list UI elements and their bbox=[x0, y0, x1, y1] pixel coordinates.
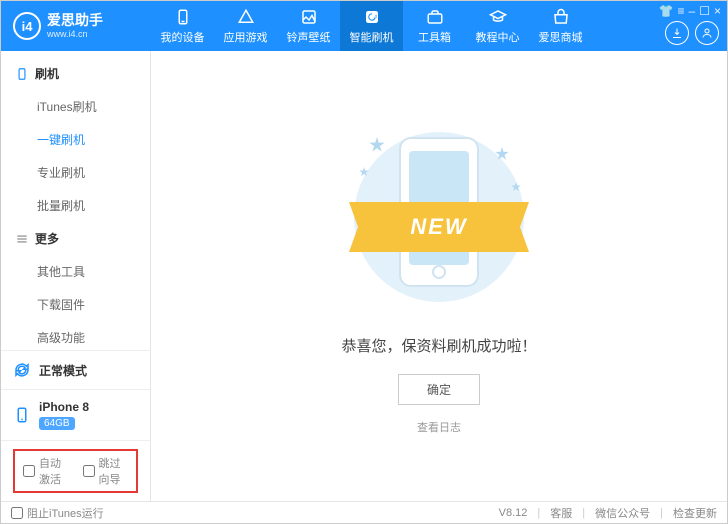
logo-icon: i4 bbox=[13, 12, 41, 40]
device-block[interactable]: iPhone 8 64GB bbox=[1, 389, 150, 440]
checkbox-label: 跳过向导 bbox=[99, 455, 129, 487]
sidebar-item-download-firmware[interactable]: 下载固件 bbox=[1, 288, 150, 321]
content-area: NEW 恭喜您，保资料刷机成功啦！ 确定 查看日志 bbox=[151, 51, 727, 501]
new-ribbon: NEW bbox=[349, 202, 529, 252]
update-link[interactable]: 检查更新 bbox=[673, 505, 717, 521]
main-area: 刷机 iTunes刷机 一键刷机 专业刷机 批量刷机 更多 其他工具 下载固件 … bbox=[1, 51, 727, 501]
tab-tools[interactable]: 工具箱 bbox=[403, 1, 466, 51]
tab-my-device[interactable]: 我的设备 bbox=[151, 1, 214, 51]
graduation-icon bbox=[489, 8, 507, 26]
checkbox-label: 自动激活 bbox=[39, 455, 69, 487]
phone-icon bbox=[174, 8, 192, 26]
tab-ringtones[interactable]: 铃声壁纸 bbox=[277, 1, 340, 51]
tab-label: 应用游戏 bbox=[224, 29, 268, 45]
checkbox-input[interactable] bbox=[11, 507, 23, 519]
header-right bbox=[665, 1, 719, 51]
view-log-link[interactable]: 查看日志 bbox=[417, 419, 461, 435]
sidebar-item-one-click-flash[interactable]: 一键刷机 bbox=[1, 123, 150, 156]
tab-flash[interactable]: 智能刷机 bbox=[340, 1, 403, 51]
toolbox-icon bbox=[426, 8, 444, 26]
logo-area: i4 爱思助手 www.i4.cn bbox=[1, 12, 151, 40]
image-icon bbox=[300, 8, 318, 26]
tab-label: 爱思商城 bbox=[539, 29, 583, 45]
wechat-link[interactable]: 微信公众号 bbox=[595, 505, 650, 521]
tab-label: 我的设备 bbox=[161, 29, 205, 45]
sidebar: 刷机 iTunes刷机 一键刷机 专业刷机 批量刷机 更多 其他工具 下载固件 … bbox=[1, 51, 151, 501]
options-row: 自动激活 跳过向导 bbox=[1, 440, 150, 501]
app-title: 爱思助手 bbox=[47, 12, 103, 29]
sync-icon bbox=[13, 361, 31, 379]
tab-apps[interactable]: 应用游戏 bbox=[214, 1, 277, 51]
tab-label: 工具箱 bbox=[418, 29, 451, 45]
ok-button[interactable]: 确定 bbox=[398, 374, 480, 405]
sidebar-item-advanced[interactable]: 高级功能 bbox=[1, 321, 150, 350]
mode-block[interactable]: 正常模式 bbox=[1, 350, 150, 389]
app-header: i4 爱思助手 www.i4.cn 我的设备 应用游戏 铃声壁纸 智能刷机 工具… bbox=[1, 1, 727, 51]
menu-lines-icon bbox=[15, 232, 29, 246]
download-icon bbox=[671, 27, 683, 39]
checkbox-block-itunes[interactable]: 阻止iTunes运行 bbox=[11, 505, 104, 521]
tab-store[interactable]: 爱思商城 bbox=[529, 1, 592, 51]
version-label: V8.12 bbox=[499, 507, 528, 519]
top-tabs: 我的设备 应用游戏 铃声壁纸 智能刷机 工具箱 教程中心 爱思商城 bbox=[151, 1, 592, 51]
tab-tutorials[interactable]: 教程中心 bbox=[466, 1, 529, 51]
group-title-text: 更多 bbox=[35, 230, 59, 247]
apps-icon bbox=[237, 8, 255, 26]
sidebar-group-flash[interactable]: 刷机 bbox=[1, 57, 150, 90]
user-icon bbox=[701, 27, 713, 39]
device-storage-badge: 64GB bbox=[39, 417, 75, 430]
group-title-text: 刷机 bbox=[35, 65, 59, 82]
checkbox-label: 阻止iTunes运行 bbox=[27, 505, 104, 521]
app-url: www.i4.cn bbox=[47, 29, 103, 40]
shop-icon bbox=[552, 8, 570, 26]
checkbox-input[interactable] bbox=[23, 465, 35, 477]
sidebar-group-more[interactable]: 更多 bbox=[1, 222, 150, 255]
footer-right: V8.12 | 客服 | 微信公众号 | 检查更新 bbox=[499, 505, 717, 521]
user-button[interactable] bbox=[695, 21, 719, 45]
success-illustration: NEW bbox=[339, 117, 539, 317]
download-button[interactable] bbox=[665, 21, 689, 45]
highlight-box: 自动激活 跳过向导 bbox=[13, 449, 138, 493]
checkbox-auto-activate[interactable]: 自动激活 bbox=[23, 455, 69, 487]
checkbox-input[interactable] bbox=[83, 465, 95, 477]
device-name: iPhone 8 bbox=[39, 400, 89, 414]
sidebar-item-batch-flash[interactable]: 批量刷机 bbox=[1, 189, 150, 222]
footer: 阻止iTunes运行 V8.12 | 客服 | 微信公众号 | 检查更新 bbox=[1, 501, 727, 523]
tab-label: 智能刷机 bbox=[350, 29, 394, 45]
success-message: 恭喜您，保资料刷机成功啦！ bbox=[341, 335, 536, 356]
refresh-icon bbox=[363, 8, 381, 26]
phone-small-icon bbox=[13, 406, 31, 424]
sidebar-item-pro-flash[interactable]: 专业刷机 bbox=[1, 156, 150, 189]
tab-label: 铃声壁纸 bbox=[287, 29, 331, 45]
sidebar-item-itunes-flash[interactable]: iTunes刷机 bbox=[1, 90, 150, 123]
device-icon bbox=[15, 67, 29, 81]
support-link[interactable]: 客服 bbox=[550, 505, 572, 521]
mode-label: 正常模式 bbox=[39, 362, 87, 379]
sidebar-item-other-tools[interactable]: 其他工具 bbox=[1, 255, 150, 288]
tab-label: 教程中心 bbox=[476, 29, 520, 45]
checkbox-skip-setup[interactable]: 跳过向导 bbox=[83, 455, 129, 487]
